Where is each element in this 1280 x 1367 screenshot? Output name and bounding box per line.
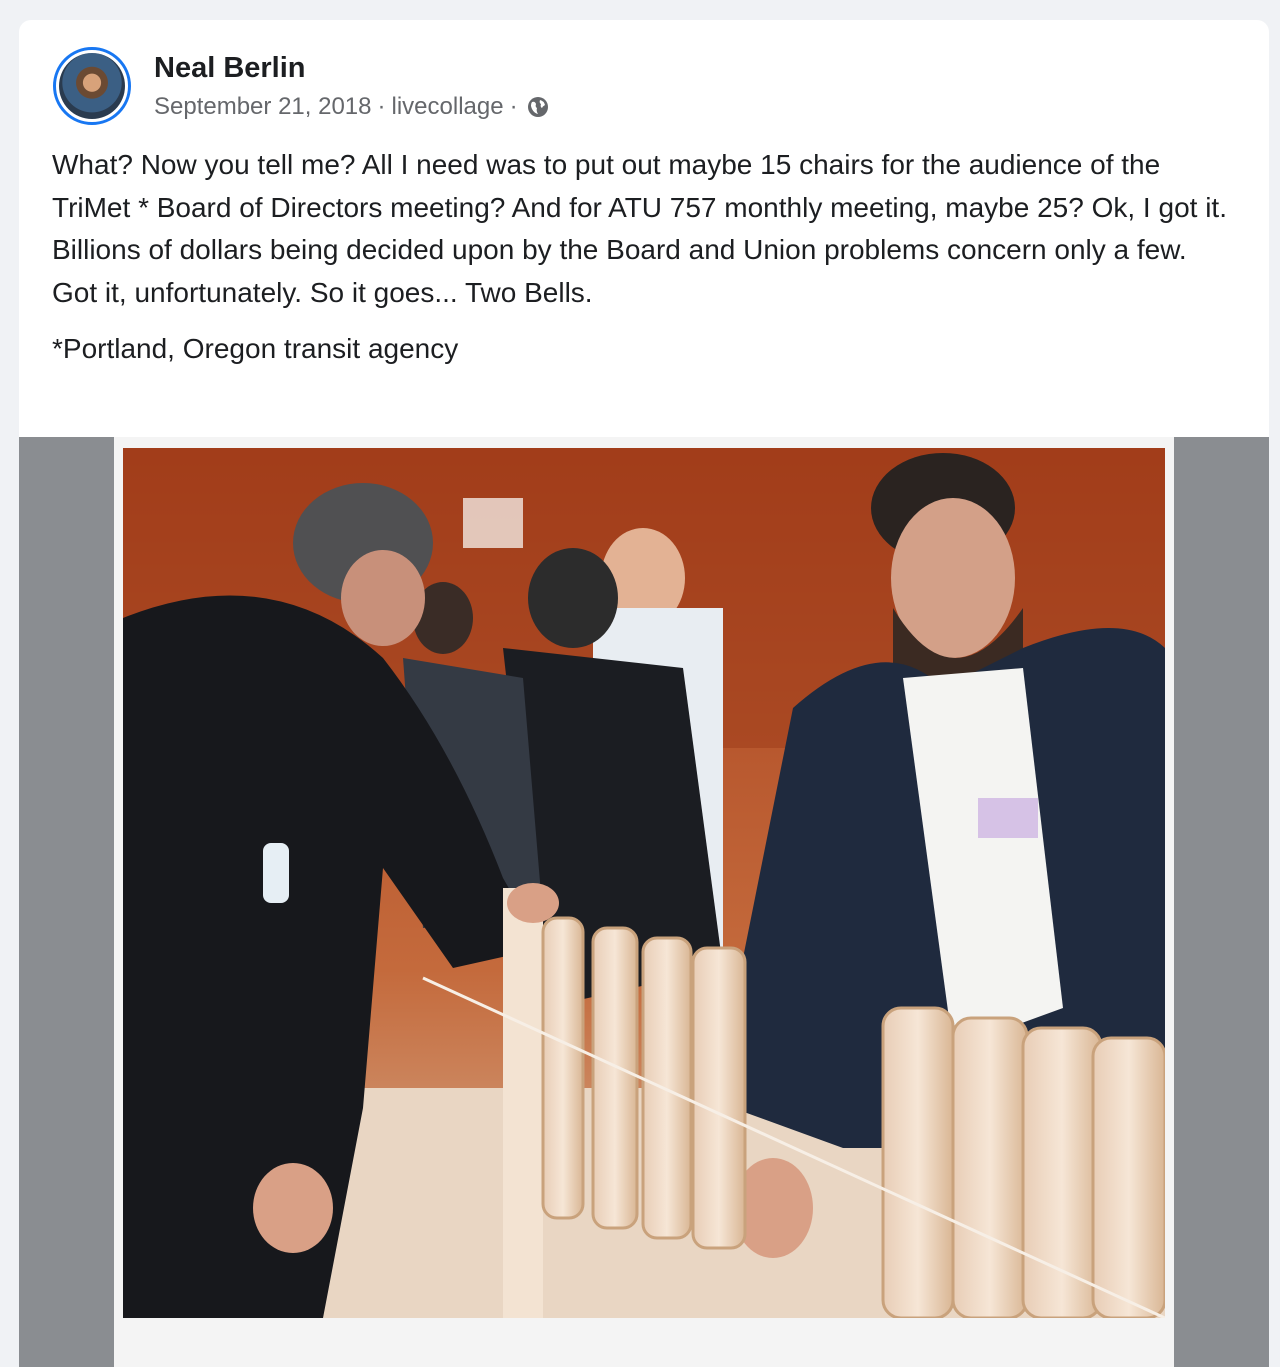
post-meta: Neal Berlin September 21, 2018 · livecol… — [154, 50, 550, 122]
post-card: Neal Berlin September 21, 2018 · livecol… — [19, 20, 1269, 1367]
post-paragraph: What? Now you tell me? All I need was to… — [52, 149, 1227, 308]
meta-separator: · — [509, 93, 518, 120]
author-avatar[interactable] — [53, 47, 131, 125]
post-header: Neal Berlin September 21, 2018 · livecol… — [53, 47, 550, 125]
photo-frame — [114, 437, 1174, 1367]
post-subline: September 21, 2018 · livecollage · — [154, 92, 550, 122]
photo-illustration — [123, 448, 1165, 1318]
post-app-source[interactable]: livecollage — [392, 92, 504, 122]
post-footnote: *Portland, Oregon transit agency — [52, 333, 459, 364]
avatar-image — [59, 53, 125, 119]
meta-separator: · — [377, 93, 386, 120]
post-photo[interactable] — [123, 448, 1165, 1318]
globe-icon[interactable] — [526, 95, 550, 119]
post-date[interactable]: September 21, 2018 — [154, 92, 372, 122]
post-body: What? Now you tell me? All I need was to… — [52, 144, 1232, 371]
author-name[interactable]: Neal Berlin — [154, 50, 550, 86]
post-media — [19, 437, 1269, 1367]
